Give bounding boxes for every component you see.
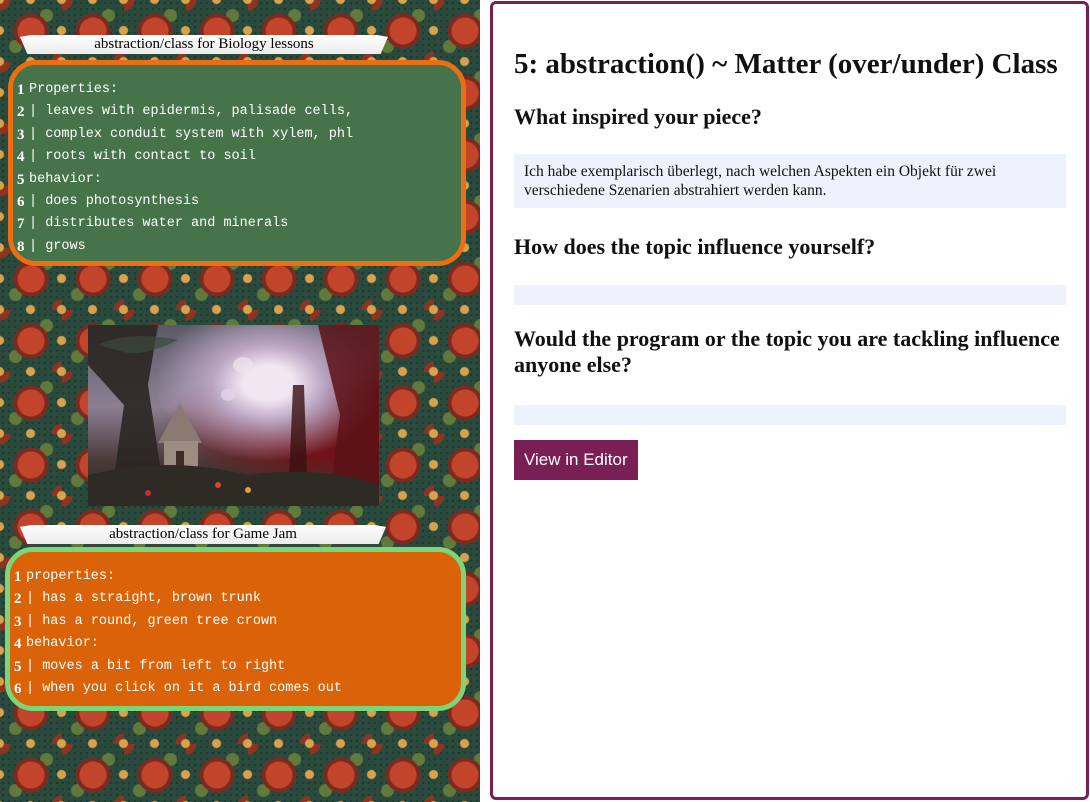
code-line: 3 | has a round, green tree crown (14, 613, 278, 630)
artwork-canvas: abstraction/class for Biology lessons 1P… (0, 0, 480, 802)
answer-self-influence (514, 285, 1066, 305)
biology-code-box: 1 Properties: 2 | leaves with epidermis, p… (8, 60, 466, 266)
code-line: 3 | complex conduit system with xylem, ph… (17, 126, 354, 143)
code-line: 5 behavior: (17, 171, 102, 188)
code-line: 8 | grows (17, 238, 86, 255)
code-line: 6 | does photosynthesis (17, 193, 200, 210)
question-others-influence: Would the program or the topic you are t… (514, 326, 1060, 377)
page-title: 5: abstraction() ~ Matter (over/under) C… (514, 48, 1058, 80)
view-in-editor-button[interactable]: View in Editor (514, 440, 638, 480)
gamejam-code-box: 1 properties: 2 | has a straight, brown tr… (5, 547, 466, 711)
code-line: 4 behavior: (14, 636, 99, 653)
question-inspiration: What inspired your piece? (514, 104, 762, 129)
answer-others-influence (514, 405, 1066, 425)
biology-banner: abstraction/class for Biology lessons (20, 35, 388, 54)
info-panel: 5: abstraction() ~ Matter (over/under) C… (490, 1, 1089, 800)
forest-painting-image (88, 325, 379, 506)
answer-inspiration: Ich habe exemplarisch überlegt, nach wel… (514, 154, 1066, 208)
code-line: 4 | roots with contact to soil (17, 149, 256, 166)
gamejam-banner: abstraction/class for Game Jam (20, 525, 386, 544)
code-line: 6 | when you click on it a bird comes out (14, 680, 342, 697)
code-line: 2 | has a straight, brown trunk (14, 591, 261, 608)
code-line: 1 properties: (14, 569, 116, 585)
code-line: 7 | distributes water and minerals (17, 216, 289, 233)
code-line: 5 | moves a bit from left to right (14, 658, 286, 675)
code-line: 2 | leaves with epidermis, palisade cells… (17, 104, 354, 121)
question-self-influence: How does the topic influence yourself? (514, 234, 876, 259)
code-line: 1 Properties: (17, 82, 119, 98)
